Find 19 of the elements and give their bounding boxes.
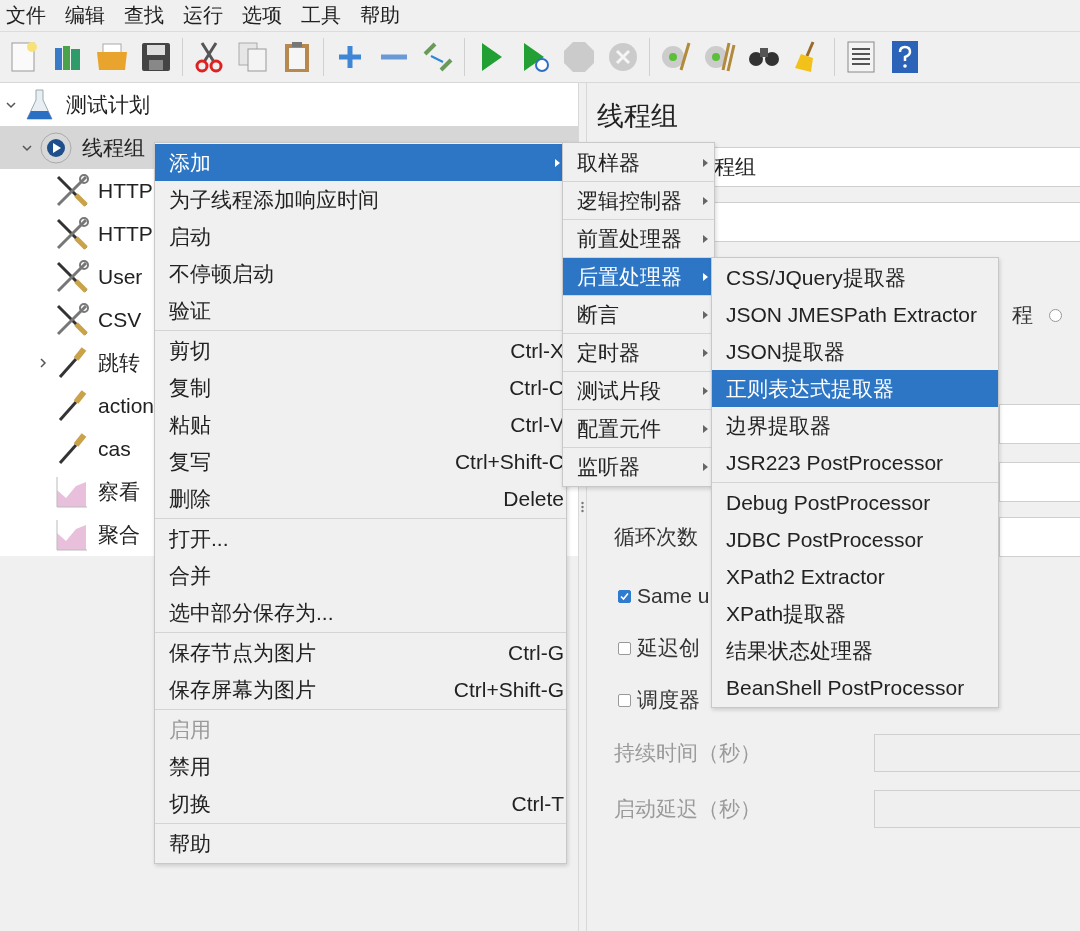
loops-label: 循环次数 — [614, 524, 698, 550]
radio-label: 程 — [1012, 302, 1033, 328]
tree-item-label: 察看 — [98, 478, 140, 505]
tree-item-label: CSV — [98, 306, 142, 333]
checkbox-label: Same u — [637, 584, 710, 608]
panel-title: 线程组 — [597, 100, 678, 133]
checkbox-label: 调度器 — [637, 687, 700, 713]
tree-item-label: action — [98, 392, 155, 419]
tree-item-label: 跳转 — [98, 349, 140, 376]
tree-item-label: HTTP — [98, 177, 153, 204]
tree-item-label: cas — [98, 435, 131, 462]
tree-item-label: User — [98, 263, 143, 290]
field-label: 持续时间（秒） — [614, 740, 761, 766]
tree-item-label: 测试计划 — [66, 91, 150, 118]
tree-item-label: 聚合 — [98, 521, 140, 548]
field-label: 启动延迟（秒） — [614, 796, 761, 822]
checkbox-label: 延迟创 — [637, 635, 700, 661]
tree-item-label: 线程组 — [82, 134, 145, 161]
tree-item-label: HTTP — [98, 220, 153, 247]
